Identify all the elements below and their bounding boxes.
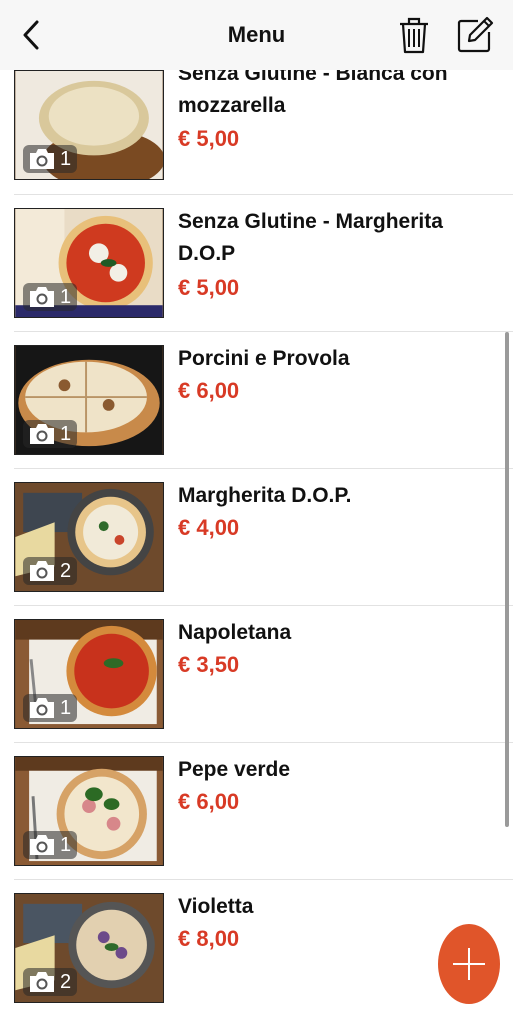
edit-icon <box>457 16 494 53</box>
photo-count: 1 <box>60 422 72 445</box>
camera-icon <box>30 561 54 581</box>
item-price: € 3,50 <box>178 652 240 677</box>
list-item[interactable]: 1 Senza Glutine - Bianca con mozzarella … <box>0 70 513 195</box>
camera-icon <box>30 835 54 855</box>
item-price: € 5,00 <box>178 275 240 300</box>
back-button[interactable] <box>18 18 46 52</box>
item-photo[interactable]: 2 <box>14 893 164 1003</box>
delete-button[interactable] <box>398 16 430 54</box>
list-item[interactable]: 2 Violetta € 8,00 <box>0 880 513 1017</box>
edit-button[interactable] <box>456 16 494 54</box>
photo-count: 1 <box>60 147 72 170</box>
item-photo[interactable]: 1 <box>14 345 164 455</box>
item-photo[interactable]: 1 <box>14 756 164 866</box>
item-name: Pepe verde <box>178 758 291 781</box>
item-price: € 5,00 <box>178 126 240 151</box>
item-name: Violetta <box>178 895 254 918</box>
plus-icon <box>453 948 485 980</box>
item-price: € 8,00 <box>178 926 240 951</box>
list-item[interactable]: 1 Porcini e Provola € 6,00 <box>0 332 513 469</box>
camera-icon <box>30 287 54 307</box>
item-photo[interactable]: 2 <box>14 482 164 592</box>
scrollbar[interactable] <box>505 332 509 827</box>
add-item-button[interactable] <box>438 924 500 1004</box>
list-item[interactable]: 1 Pepe verde € 6,00 <box>0 743 513 880</box>
item-price: € 6,00 <box>178 789 240 814</box>
chevron-left-icon <box>23 20 39 50</box>
photo-count-badge: 1 <box>23 694 78 722</box>
photo-count: 2 <box>60 559 72 582</box>
list-item[interactable]: 2 Margherita D.O.P. € 4,00 <box>0 469 513 606</box>
item-price: € 4,00 <box>178 515 240 540</box>
item-name: Senza Glutine - Margherita D.O.P <box>178 210 443 265</box>
camera-icon <box>30 149 54 169</box>
item-price: € 6,00 <box>178 378 240 403</box>
camera-icon <box>30 698 54 718</box>
photo-count-badge: 1 <box>23 145 78 173</box>
photo-count-badge: 1 <box>23 420 78 448</box>
camera-icon <box>30 424 54 444</box>
camera-icon <box>30 972 54 992</box>
item-photo[interactable]: 1 <box>14 208 164 318</box>
photo-count: 1 <box>60 833 72 856</box>
photo-count-badge: 1 <box>23 831 78 859</box>
list-item[interactable]: 1 Napoletana € 3,50 <box>0 606 513 743</box>
photo-count-badge: 2 <box>23 968 78 996</box>
list-item[interactable]: 1 Senza Glutine - Margherita D.O.P € 5,0… <box>0 195 513 332</box>
item-name: Margherita D.O.P. <box>178 484 352 507</box>
item-name: Porcini e Provola <box>178 347 350 370</box>
photo-count: 1 <box>60 696 72 719</box>
photo-count-badge: 1 <box>23 283 78 311</box>
page-title: Menu <box>227 22 286 47</box>
photo-count-badge: 2 <box>23 557 78 585</box>
navigation-bar: Menu <box>0 0 513 70</box>
item-name: Senza Glutine - Bianca con mozzarella <box>178 70 448 117</box>
item-photo[interactable]: 1 <box>14 619 164 729</box>
trash-icon <box>400 17 428 54</box>
menu-list: 1 Senza Glutine - Bianca con mozzarella … <box>0 70 513 1024</box>
photo-count: 2 <box>60 970 72 993</box>
item-name: Napoletana <box>178 621 292 644</box>
item-photo[interactable]: 1 <box>14 70 164 180</box>
photo-count: 1 <box>60 285 72 308</box>
